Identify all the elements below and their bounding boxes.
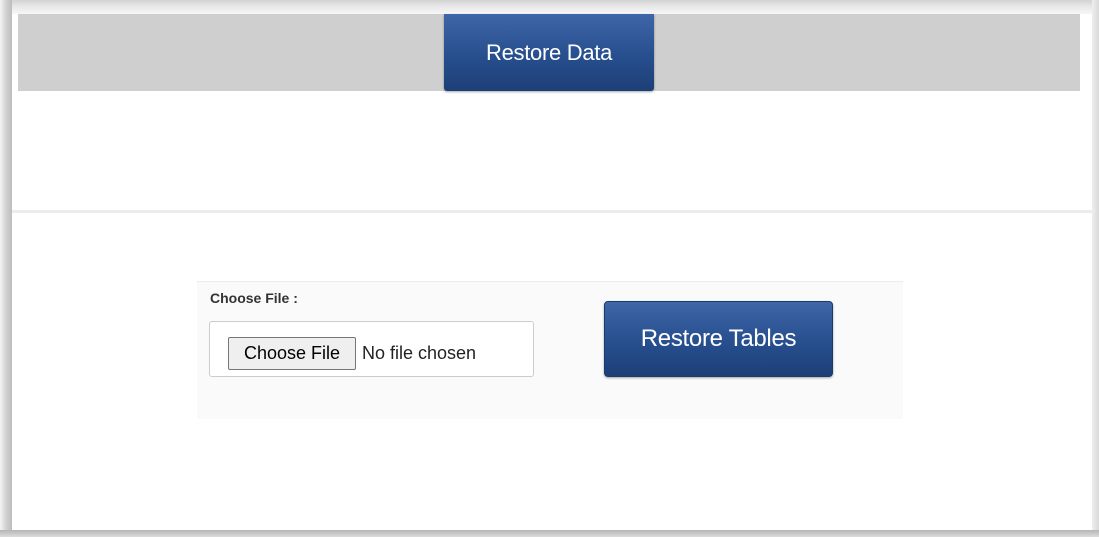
restore-data-tab[interactable]: Restore Data — [444, 14, 654, 91]
file-status-text: No file chosen — [362, 343, 477, 363]
section-divider — [12, 210, 1095, 213]
window-shadow-right — [1092, 0, 1099, 537]
restore-page: Restore Data Choose File : Choose File N… — [0, 0, 1099, 537]
window-shadow-left — [0, 0, 12, 537]
file-input-field[interactable]: Choose File No file chosen — [209, 321, 534, 377]
choose-file-label: Choose File : — [210, 290, 298, 306]
window-shadow-top — [0, 0, 1099, 14]
choose-file-button[interactable]: Choose File — [228, 337, 356, 370]
restore-tables-button[interactable]: Restore Tables — [604, 301, 833, 377]
window-shadow-bottom — [0, 530, 1099, 537]
